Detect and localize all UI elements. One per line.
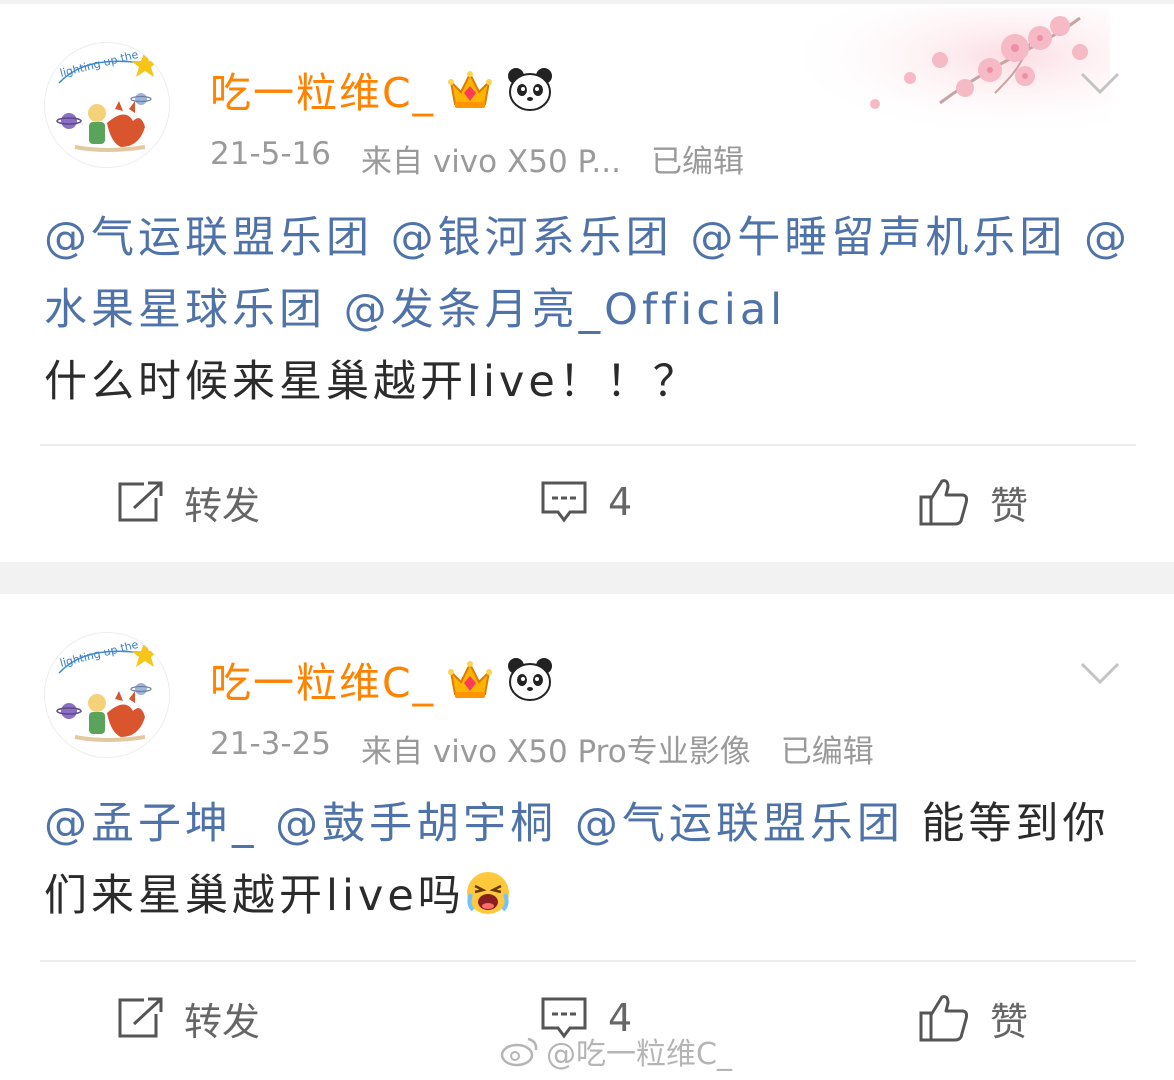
- edited-label[interactable]: 已编辑: [651, 136, 744, 180]
- username[interactable]: 吃一粒维C_: [210, 59, 435, 119]
- chevron-down-icon[interactable]: [1078, 660, 1122, 688]
- avatar[interactable]: lighting up the stars: [44, 42, 170, 168]
- repost-icon: [118, 481, 163, 522]
- post-date[interactable]: 21-5-16: [210, 136, 331, 180]
- crown-vip-icon[interactable]: [445, 64, 495, 114]
- mention-link[interactable]: @气运联盟乐团: [44, 213, 373, 263]
- panda-icon: [505, 654, 555, 704]
- watermark: @吃一粒维C_: [500, 1026, 732, 1076]
- post-meta: 21-3-25 来自 vivo X50 Pro专业影像 已编辑: [210, 726, 874, 770]
- panda-icon: [505, 64, 555, 114]
- divider: [40, 444, 1136, 446]
- repost-button[interactable]: 转发: [116, 968, 260, 1068]
- mention-link[interactable]: @银河系乐团: [391, 213, 673, 263]
- post-message: 什么时候来星巢越开live！！？: [44, 357, 700, 407]
- edited-label[interactable]: 已编辑: [781, 726, 874, 770]
- like-button[interactable]: 赞: [918, 452, 1028, 552]
- action-bar: 转发 4 赞: [0, 452, 1174, 552]
- comment-button[interactable]: 4: [540, 452, 632, 552]
- post-date[interactable]: 21-3-25: [210, 726, 331, 770]
- post-source: 来自 vivo X50 P...: [361, 144, 621, 180]
- mention-link[interactable]: @发条月亮_Official: [344, 285, 786, 335]
- like-icon: [919, 479, 969, 526]
- username[interactable]: 吃一粒维C_: [210, 649, 435, 709]
- crown-vip-icon[interactable]: [445, 654, 495, 704]
- mention-link[interactable]: @午睡留声机乐团: [690, 213, 1066, 263]
- divider: [40, 960, 1136, 962]
- mention-link[interactable]: @鼓手胡宇桐: [275, 799, 557, 849]
- comment-icon: [541, 481, 587, 523]
- repost-label: 转发: [184, 999, 261, 1044]
- repost-label: 转发: [184, 483, 261, 528]
- mention-link[interactable]: @孟子坤_: [44, 799, 258, 849]
- repost-icon: [118, 997, 163, 1038]
- weibo-post: lighting up the stars 吃一粒维C_: [0, 594, 1174, 1080]
- post-meta: 21-5-16 来自 vivo X50 P... 已编辑: [210, 136, 744, 180]
- weibo-logo-icon: [500, 1037, 538, 1067]
- avatar[interactable]: lighting up the stars: [44, 632, 170, 758]
- chevron-down-icon[interactable]: [1078, 70, 1122, 98]
- weibo-post: lighting up the stars 吃一粒维C_: [0, 4, 1174, 562]
- like-icon: [919, 995, 969, 1042]
- post-text: @孟子坤_ @鼓手胡宇桐 @气运联盟乐团 能等到你们来星巢越开live吗: [44, 788, 1144, 932]
- name-row: 吃一粒维C_: [210, 648, 555, 710]
- mention-link[interactable]: @气运联盟乐团: [575, 799, 904, 849]
- cherry-blossom-decoration: [780, 8, 1110, 128]
- post-text: @气运联盟乐团 @银河系乐团 @午睡留声机乐团 @水果星球乐团 @发条月亮_Of…: [44, 202, 1144, 418]
- watermark-text: @吃一粒维C_: [546, 1037, 732, 1072]
- post-source: 来自 vivo X50 Pro专业影像: [361, 734, 751, 770]
- repost-button[interactable]: 转发: [116, 452, 260, 552]
- like-label: 赞: [990, 483, 1029, 528]
- name-row: 吃一粒维C_: [210, 58, 555, 120]
- like-label: 赞: [990, 999, 1029, 1044]
- crying-emoji-icon: [465, 866, 511, 914]
- comment-count: 4: [608, 480, 633, 524]
- like-button[interactable]: 赞: [918, 968, 1028, 1068]
